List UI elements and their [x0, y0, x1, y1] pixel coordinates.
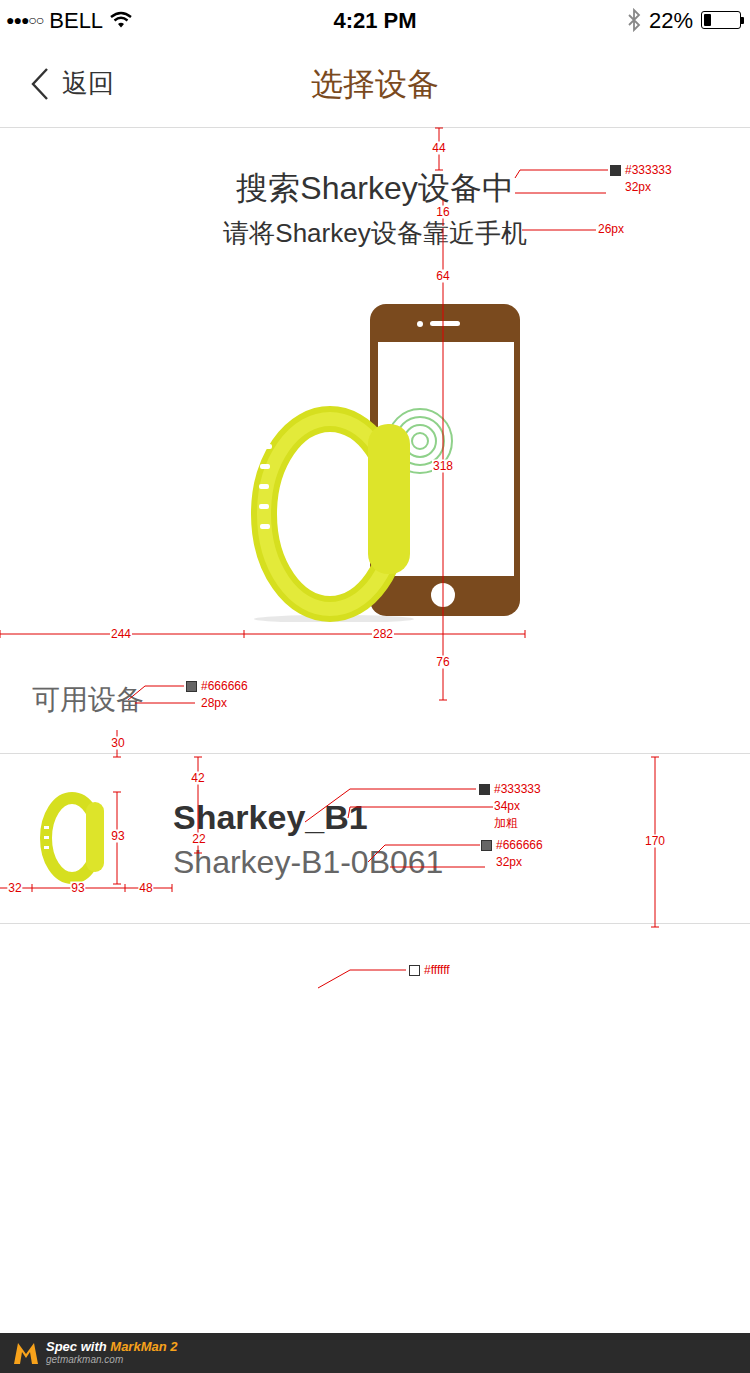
spec-note-text: #333333 — [625, 164, 672, 177]
search-title: 搜索Sharkey设备中 — [236, 170, 513, 206]
back-button[interactable]: 返回 — [0, 64, 311, 103]
status-bar: ●●●○○ BELL 4:21 PM 22% — [0, 0, 750, 40]
color-swatch — [409, 965, 420, 976]
spec-note-text: #ffffff — [424, 964, 450, 977]
spec-note: #666666 32px — [481, 839, 543, 869]
spec-measure: 16 — [435, 206, 450, 219]
footer-brand: MarkMan 2 — [110, 1339, 177, 1354]
device-id: Sharkey-B1-0B061 — [173, 843, 443, 881]
bluetooth-icon — [627, 8, 641, 32]
device-name: Sharkey_B1 — [173, 797, 443, 837]
chevron-left-icon — [30, 67, 50, 101]
carrier: BELL — [49, 4, 103, 37]
pairing-illustration-icon — [244, 304, 526, 622]
color-swatch — [186, 681, 197, 692]
search-header: 搜索Sharkey设备中 请将Sharkey设备靠近手机 — [0, 128, 750, 248]
spec-measure: 22 — [191, 833, 206, 846]
device-list: Sharkey_B1 Sharkey-B1-0B061 — [0, 753, 750, 924]
spec-measure: 30 — [110, 737, 125, 750]
markman-logo-icon — [12, 1340, 40, 1366]
spec-note: #ffffff — [409, 964, 450, 977]
spec-measure: 76 — [435, 656, 450, 669]
spec-measure: 48 — [138, 882, 153, 895]
spec-note-text: 34px — [494, 800, 520, 813]
spec-note-text: 32px — [625, 181, 651, 194]
spec-layer: 44 16 64 318 244 282 76 30 42 22 93 93 32 48 170 #33333… — [0, 0, 750, 1373]
back-label: 返回 — [62, 64, 114, 103]
nav-bar: 返回 选择设备 — [0, 40, 750, 128]
spec-measure: 93 — [70, 882, 85, 895]
spec-note-text: #666666 — [496, 839, 543, 852]
spec-measure: 282 — [372, 628, 394, 641]
battery-fill — [704, 14, 711, 26]
spec-note-text: #666666 — [201, 680, 248, 693]
spec-note-text: 32px — [496, 856, 522, 869]
wifi-icon — [109, 11, 133, 29]
spec-note-text: 28px — [201, 697, 227, 710]
spec-measure: 44 — [431, 142, 446, 155]
color-swatch — [481, 840, 492, 851]
spec-note: 26px — [598, 223, 624, 236]
spec-note: #666666 28px — [186, 680, 248, 710]
band-icon — [32, 792, 125, 885]
spec-measure: 32 — [7, 882, 22, 895]
color-swatch — [610, 165, 621, 176]
footer-url: getmarkman.com — [46, 1353, 178, 1366]
spec-measure: 318 — [432, 460, 454, 473]
markman-footer: Spec with MarkMan 2 getmarkman.com — [0, 1333, 750, 1373]
spec-measure: 64 — [435, 270, 450, 283]
spec-note-text: 加粗 — [494, 817, 518, 830]
section-title: 可用设备 — [32, 684, 144, 715]
signal: ●●●○○ — [6, 10, 43, 31]
spec-measure: 42 — [190, 772, 205, 785]
spec-measure: 170 — [644, 835, 666, 848]
search-hint: 请将Sharkey设备靠近手机 — [223, 218, 526, 248]
battery-text: 22% — [649, 4, 693, 37]
page-title: 选择设备 — [311, 60, 439, 108]
clock: 4:21 PM — [333, 4, 416, 37]
footer-prefix: Spec with — [46, 1339, 107, 1354]
spec-note-text: #333333 — [494, 783, 541, 796]
spec-measure: 244 — [110, 628, 132, 641]
spec-lines — [0, 0, 750, 1373]
spec-measure: 93 — [110, 830, 125, 843]
spec-note-text: 26px — [598, 223, 624, 236]
color-swatch — [479, 784, 490, 795]
spec-note: #333333 34px 加粗 — [479, 783, 541, 830]
screen: ●●●○○ BELL 4:21 PM 22% 返回 选择设备 搜索Sharkey… — [0, 0, 750, 1373]
spec-note: #333333 32px — [610, 164, 672, 194]
device-row[interactable]: Sharkey_B1 Sharkey-B1-0B061 — [0, 754, 750, 924]
battery-icon — [701, 11, 744, 29]
